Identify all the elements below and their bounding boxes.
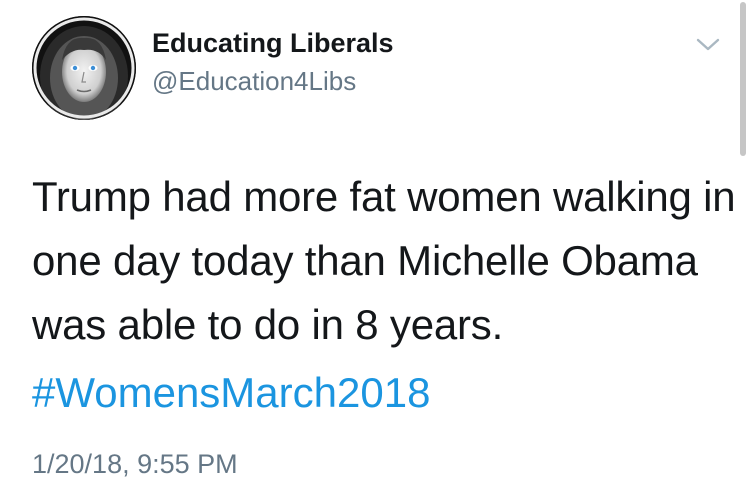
tweet-card: Educating Liberals @Education4Libs Trump…: [0, 0, 750, 500]
author-display-name[interactable]: Educating Liberals: [152, 28, 394, 59]
author-handle[interactable]: @Education4Libs: [152, 66, 356, 97]
hashtag-link[interactable]: #WomensMarch2018: [32, 365, 430, 421]
tweet-text-line: was able to do in 8 years.: [32, 301, 504, 348]
scrollbar[interactable]: [740, 2, 746, 156]
tweet-text: Trump had more fat women walking in one …: [32, 165, 736, 357]
chevron-down-icon[interactable]: [694, 34, 722, 54]
profile-photo-icon: [32, 16, 136, 120]
tweet-text-line: one day today than Michelle Obama: [32, 237, 698, 284]
avatar[interactable]: [32, 16, 136, 120]
tweet-text-line: Trump had more fat women walking in: [32, 173, 736, 220]
tweet-timestamp[interactable]: 1/20/18, 9:55 PM: [32, 449, 238, 480]
